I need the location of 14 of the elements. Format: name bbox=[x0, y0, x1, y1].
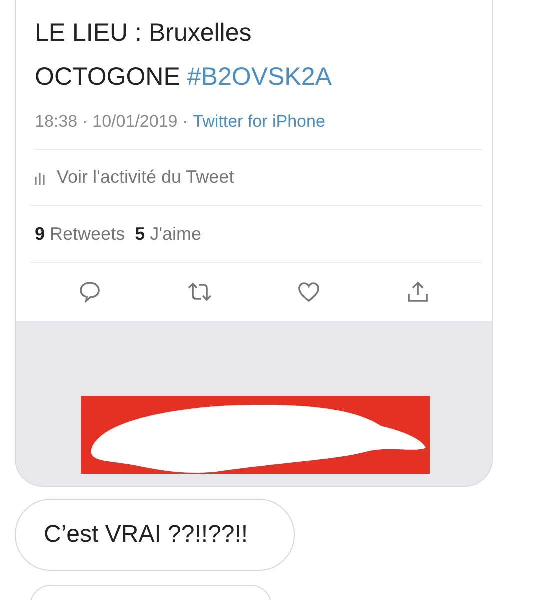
share-icon[interactable] bbox=[406, 280, 430, 304]
retweet-icon[interactable] bbox=[186, 280, 213, 304]
hashtag-link[interactable]: #B2OVSK2A bbox=[187, 62, 332, 92]
activity-link[interactable]: Voir l'activité du Tweet bbox=[57, 167, 234, 188]
tweet-text: LE LIEU : Bruxelles bbox=[35, 18, 252, 48]
stat-count[interactable]: 5 J'aime bbox=[135, 224, 202, 244]
timestamp: 18:38 · 10/01/2019 · bbox=[35, 112, 188, 132]
tweet-text: OCTOGONE bbox=[35, 62, 180, 92]
source-link[interactable]: Twitter for iPhone bbox=[193, 112, 326, 132]
heart-icon[interactable] bbox=[297, 280, 322, 304]
reply-icon[interactable] bbox=[78, 280, 102, 304]
stat-count[interactable]: 9 Retweets bbox=[35, 224, 126, 244]
message-bubble: C’est VRAI ??!!??!! bbox=[15, 499, 295, 571]
bar-chart-icon bbox=[35, 170, 47, 184]
